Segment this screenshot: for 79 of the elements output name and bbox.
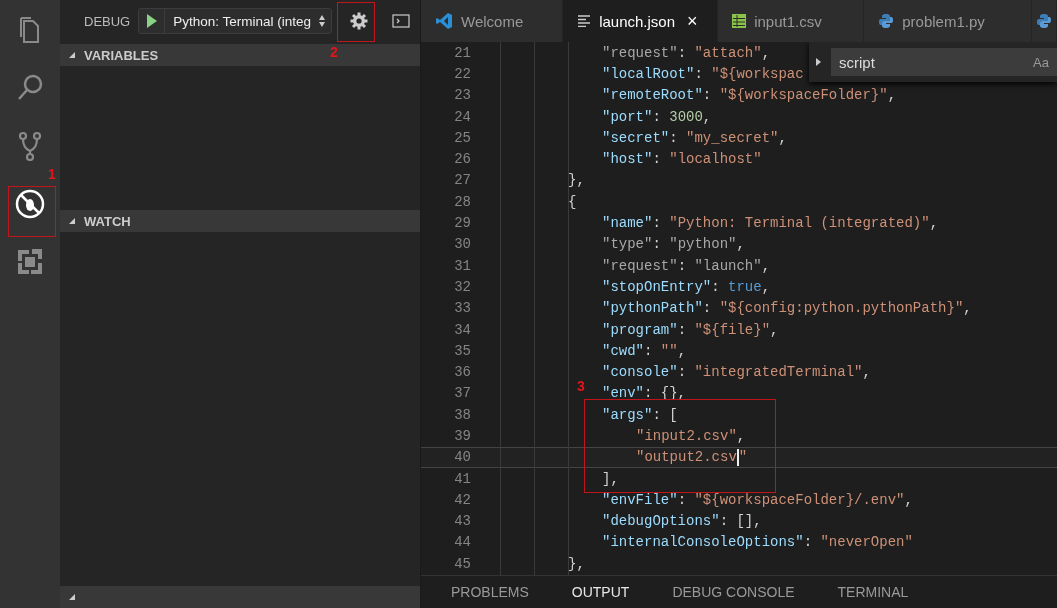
find-field[interactable]: script Aa — [831, 48, 1057, 76]
line-number: 44 — [453, 534, 471, 551]
debug-title: DEBUG — [84, 13, 131, 29]
close-button[interactable]: × — [687, 10, 698, 32]
configuration-select[interactable]: Python: Terminal (integ — [138, 8, 333, 34]
line-number: 21 — [453, 44, 471, 61]
line-number: 42 — [453, 491, 471, 508]
code-line: "request": "launch", — [602, 257, 771, 274]
line-number: 30 — [453, 236, 471, 253]
line-number: 26 — [453, 151, 471, 168]
code-line: "secret": "my_secret", — [602, 129, 787, 146]
code-line: "remoteRoot": "${workspaceFolder}", — [602, 87, 897, 104]
code-line: "request": "attach", — [602, 44, 771, 61]
code-line: "type": "python", — [602, 236, 745, 253]
section-header[interactable]: WATCH — [60, 210, 420, 233]
line-number: 32 — [453, 278, 471, 295]
editor-tab[interactable]: Welcome — [421, 0, 564, 42]
panel-tab[interactable]: DEBUG CONSOLE — [672, 584, 795, 600]
annotation-number: 1 — [48, 166, 56, 182]
logo-icon — [435, 12, 453, 30]
code-line: "name": "Python: Terminal (integrated)", — [602, 215, 939, 231]
match-case-toggle[interactable]: Aa — [1033, 54, 1049, 70]
line-number: 25 — [453, 129, 471, 146]
code-line: "debugOptions": [], — [602, 513, 762, 530]
python-icon — [878, 13, 895, 29]
line-number: 36 — [453, 364, 471, 381]
panel-tab[interactable]: PROBLEMS — [451, 584, 529, 600]
highlight-box — [8, 186, 56, 237]
code-line: "console": "integratedTerminal", — [602, 364, 871, 381]
code-line: { — [568, 193, 577, 210]
line-number: 40 — [453, 449, 471, 466]
triangle-icon[interactable] — [68, 593, 76, 601]
line-number: 24 — [453, 108, 471, 125]
line-number: 39 — [453, 428, 471, 444]
highlight-box — [337, 2, 375, 42]
line-number: 38 — [453, 406, 471, 423]
table-icon — [732, 14, 747, 28]
panel-tab[interactable]: OUTPUT — [571, 584, 630, 600]
code-line: "port": 3000, — [602, 108, 712, 125]
expand-icon[interactable] — [815, 57, 823, 67]
annotation-number: 2 — [330, 44, 338, 60]
line-number: 37 — [453, 385, 471, 402]
code-line: "args": [ — [602, 406, 678, 423]
line-number: 31 — [453, 257, 471, 274]
code-line: "output2.csv" — [636, 448, 748, 466]
line-number: 22 — [453, 65, 471, 82]
panel-tab[interactable]: TERMINAL — [837, 584, 909, 600]
line-number: 29 — [453, 215, 471, 231]
triangle-icon[interactable] — [68, 217, 76, 226]
line-number: 41 — [453, 470, 471, 487]
code-line: }, — [568, 555, 585, 572]
code-line: "cwd": "", — [602, 342, 687, 359]
python-icon — [1036, 13, 1052, 29]
code-line: "internalConsoleOptions": "neverOpen" — [602, 534, 913, 551]
line-number: 23 — [453, 87, 471, 104]
line-number: 33 — [453, 300, 471, 317]
code-line: "host": "localhost" — [602, 151, 762, 168]
code-line: }, — [568, 172, 585, 189]
code-line: "stopOnEntry": true, — [602, 278, 771, 295]
code-line: "pythonPath": "${config:python.pythonPath}", — [602, 300, 972, 317]
annotation-number: 3 — [577, 378, 585, 394]
code-line: "localRoot": "${workspac — [602, 65, 804, 82]
code-line: "program": "${file}", — [602, 321, 779, 338]
code-line: ], — [602, 470, 619, 487]
line-number: 27 — [453, 172, 471, 189]
editor-tab[interactable]: launch.json × — [563, 0, 719, 42]
line-number: 43 — [453, 513, 471, 530]
editor-tab[interactable]: problem1.py — [864, 0, 1032, 42]
triangle-icon[interactable] — [68, 51, 76, 59]
updown-icon — [318, 14, 327, 28]
line-number: 45 — [453, 555, 471, 572]
code-line: "input2.csv", — [636, 428, 746, 444]
editor-tab[interactable] — [1032, 0, 1057, 42]
line-number: 34 — [453, 321, 471, 338]
editor-tab[interactable]: input1.csv — [718, 0, 865, 42]
lines-icon — [577, 15, 592, 27]
line-number: 28 — [453, 193, 471, 210]
code-line: "envFile": "${workspaceFolder}/.env", — [602, 491, 913, 508]
line-number: 35 — [453, 342, 471, 359]
